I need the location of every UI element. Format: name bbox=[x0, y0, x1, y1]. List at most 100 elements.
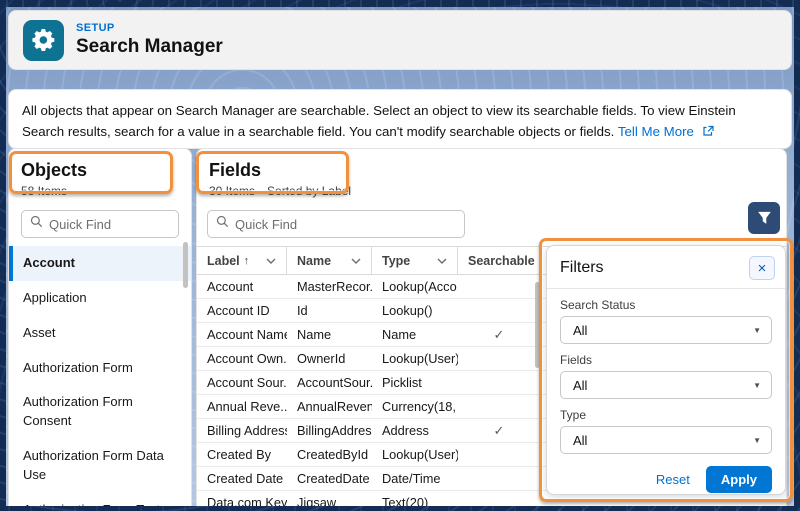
fields-quick-find[interactable] bbox=[207, 210, 465, 238]
column-header-label[interactable]: Label ↑ bbox=[197, 247, 287, 274]
chevron-down-icon: ▼ bbox=[753, 380, 761, 390]
objects-list-scrollbar[interactable] bbox=[183, 242, 188, 288]
close-icon: × bbox=[757, 259, 767, 277]
select-value: All bbox=[573, 377, 588, 393]
object-item-authorization-form-text[interactable]: Authorization Form Text bbox=[9, 493, 191, 506]
filters-panel: Filters × Search Status All ▼ Fields All… bbox=[546, 245, 786, 495]
cell-label: Account ID bbox=[207, 303, 270, 318]
chevron-down-icon[interactable] bbox=[349, 256, 363, 266]
cell-name: AccountSour... bbox=[297, 375, 372, 390]
sort-ascending-icon: ↑ bbox=[243, 254, 250, 267]
filters-title: Filters bbox=[560, 259, 604, 276]
fields-select[interactable]: All ▼ bbox=[560, 371, 772, 399]
meta-separator: · bbox=[259, 184, 264, 198]
cell-type: Name bbox=[382, 327, 417, 342]
cell-name: CreatedDate bbox=[297, 471, 370, 486]
objects-panel: Objects 58 Items Account Application Ass… bbox=[8, 148, 192, 506]
objects-item-count: 58 Items bbox=[21, 184, 68, 198]
search-status-select[interactable]: All ▼ bbox=[560, 316, 772, 344]
filter-group-type: Type All ▼ bbox=[560, 408, 772, 454]
header-text-block: SETUP Search Manager bbox=[76, 22, 223, 58]
fields-title-block: Fields 30 Items · Sorted by Label bbox=[197, 149, 786, 204]
cell-label: Account bbox=[207, 279, 254, 294]
page-title: Search Manager bbox=[76, 36, 223, 57]
column-label-text: Label bbox=[207, 253, 240, 268]
cell-name: BillingAddress bbox=[297, 423, 372, 438]
chevron-down-icon[interactable] bbox=[435, 256, 449, 266]
filter-label: Search Status bbox=[560, 298, 636, 312]
cell-label: Created Date bbox=[207, 471, 284, 486]
screenshot-frame: SETUP Search Manager All objects that ap… bbox=[0, 0, 800, 511]
cell-type: Date/Time bbox=[382, 471, 441, 486]
fields-meta: 30 Items · Sorted by Label bbox=[209, 184, 774, 198]
cell-type: Lookup(User) bbox=[382, 351, 458, 366]
search-icon bbox=[30, 215, 43, 233]
cell-label: Account Sour... bbox=[207, 375, 287, 390]
cell-type: Lookup() bbox=[382, 303, 433, 318]
objects-quick-find-input[interactable] bbox=[49, 216, 170, 232]
cell-type: Lookup(Acco... bbox=[382, 279, 458, 294]
search-icon bbox=[216, 215, 229, 233]
apply-button[interactable]: Apply bbox=[705, 466, 772, 493]
cell-label: Created By bbox=[207, 447, 272, 462]
objects-panel-title: Objects bbox=[21, 160, 88, 180]
cell-name: Id bbox=[297, 303, 308, 318]
fields-panel-title: Fields bbox=[209, 160, 262, 180]
reset-button[interactable]: Reset bbox=[656, 472, 690, 487]
checkmark-icon: ✓ bbox=[493, 326, 505, 342]
cell-name: Name bbox=[297, 327, 332, 342]
cell-name: CreatedById bbox=[297, 447, 369, 462]
objects-list: Account Application Asset Authorization … bbox=[9, 246, 191, 506]
cell-type: Lookup(User) bbox=[382, 447, 458, 462]
cell-type: Text(20) bbox=[382, 495, 429, 506]
column-header-name[interactable]: Name bbox=[287, 247, 372, 274]
tell-me-more-link[interactable]: Tell Me More bbox=[618, 124, 694, 139]
cell-label: Account Own... bbox=[207, 351, 287, 366]
filters-footer: Reset Apply bbox=[560, 466, 772, 493]
select-value: All bbox=[573, 322, 588, 338]
object-item-asset[interactable]: Asset bbox=[9, 316, 191, 351]
funnel-icon bbox=[757, 211, 771, 224]
objects-title-block: Objects 58 Items bbox=[9, 149, 191, 204]
object-item-account[interactable]: Account bbox=[9, 246, 191, 281]
chevron-down-icon[interactable] bbox=[264, 256, 278, 266]
cell-searchable: ✓ bbox=[458, 327, 536, 343]
filter-label: Fields bbox=[560, 353, 593, 367]
type-select[interactable]: All ▼ bbox=[560, 426, 772, 454]
cell-name: OwnerId bbox=[297, 351, 346, 366]
filter-label: Type bbox=[560, 408, 587, 422]
cell-name: MasterRecor... bbox=[297, 279, 372, 294]
filter-toggle-button[interactable] bbox=[748, 202, 780, 234]
external-link-icon bbox=[702, 122, 714, 143]
object-item-authorization-form-consent[interactable]: Authorization Form Consent bbox=[9, 385, 191, 439]
column-label-text: Searchable bbox=[468, 253, 535, 268]
setup-header-card: SETUP Search Manager bbox=[8, 10, 792, 70]
select-value: All bbox=[573, 432, 588, 448]
filter-group-search-status: Search Status All ▼ bbox=[560, 298, 772, 344]
fields-quick-find-input[interactable] bbox=[235, 216, 456, 232]
column-header-type[interactable]: Type bbox=[372, 247, 458, 274]
cell-type: Address bbox=[382, 423, 429, 438]
filters-header: Filters × bbox=[547, 256, 785, 289]
object-item-authorization-form[interactable]: Authorization Form bbox=[9, 351, 191, 386]
cell-name: AnnualReven... bbox=[297, 399, 372, 414]
cell-searchable: ✓ bbox=[458, 423, 536, 439]
fields-sort-info: Sorted by Label bbox=[267, 184, 352, 198]
cell-label: Billing Address bbox=[207, 423, 287, 438]
close-filters-button[interactable]: × bbox=[749, 256, 775, 280]
object-item-application[interactable]: Application bbox=[9, 281, 191, 316]
filter-group-fields: Fields All ▼ bbox=[560, 353, 772, 399]
cell-label: Data.com Key bbox=[207, 495, 287, 506]
object-item-authorization-form-data-use[interactable]: Authorization Form Data Use bbox=[9, 439, 191, 493]
objects-quick-find[interactable] bbox=[21, 210, 179, 238]
column-label-text: Name bbox=[297, 253, 332, 268]
fields-item-count: 30 Items bbox=[209, 184, 256, 198]
checkmark-icon: ✓ bbox=[493, 422, 505, 438]
column-label-text: Type bbox=[382, 253, 411, 268]
chevron-down-icon: ▼ bbox=[753, 435, 761, 445]
cell-name: Jigsaw bbox=[297, 495, 337, 506]
cell-type: Picklist bbox=[382, 375, 422, 390]
fields-table-scrollbar[interactable] bbox=[535, 282, 540, 368]
description-card: All objects that appear on Search Manage… bbox=[8, 89, 792, 149]
cell-type: Currency(18, ... bbox=[382, 399, 458, 414]
